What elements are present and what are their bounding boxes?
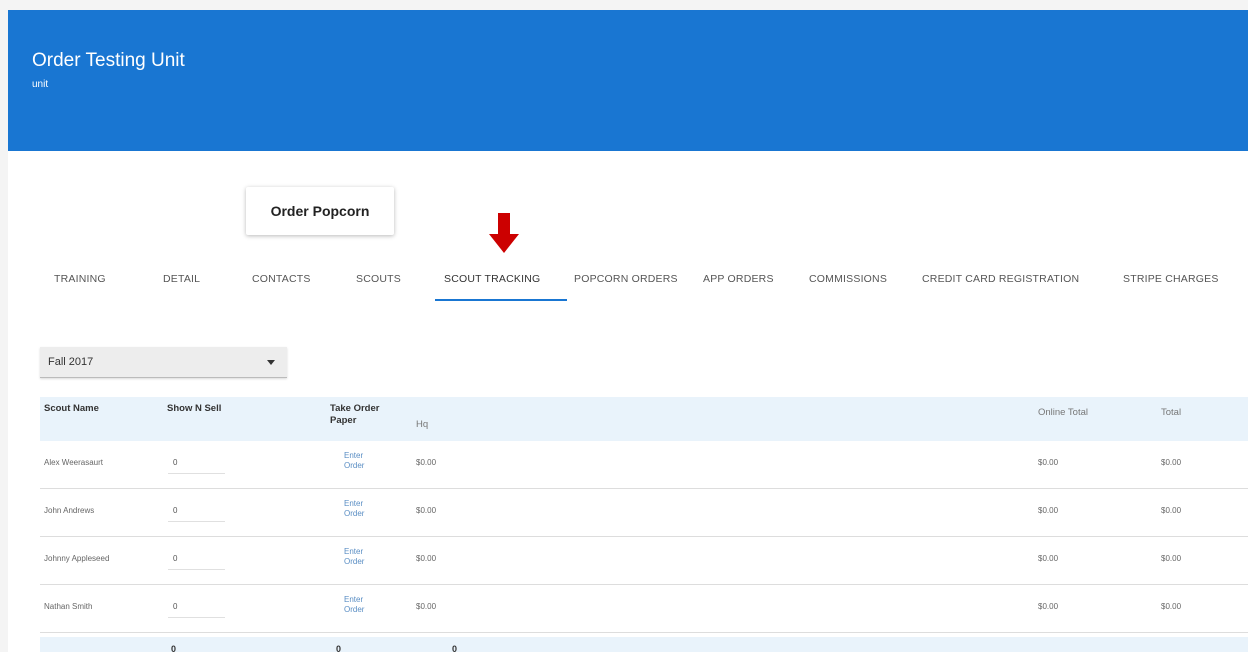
show-n-sell-input[interactable] xyxy=(168,547,225,570)
header-show-n-sell: Show N Sell xyxy=(167,403,222,414)
caret-down-icon xyxy=(267,360,275,365)
table-header: Scout Name Show N Sell Take Order Paper … xyxy=(40,397,1248,441)
red-down-arrow-icon xyxy=(489,213,519,253)
unit-subtitle: unit xyxy=(32,79,49,90)
header-online-total: Online Total xyxy=(1038,407,1088,418)
show-n-sell-input[interactable] xyxy=(168,595,225,618)
tab-bar: TRAINING DETAIL CONTACTS SCOUTS SCOUT TR… xyxy=(8,261,1248,311)
hq-value: $0.00 xyxy=(416,554,437,563)
show-n-sell-input[interactable] xyxy=(168,451,225,474)
table-row: Nathan Smith Enter Order $0.00 $0.00 $0.… xyxy=(40,585,1248,633)
table-footer-totals: 0 0 0 xyxy=(40,637,1248,652)
season-select[interactable]: Fall 2017 xyxy=(40,347,287,378)
table-row: Alex Weerasaurt Enter Order $0.00 $0.00 … xyxy=(40,441,1248,489)
order-popcorn-button[interactable]: Order Popcorn xyxy=(246,187,394,235)
enter-order-link[interactable]: Enter Order xyxy=(344,547,374,567)
hq-value: $0.00 xyxy=(416,602,437,611)
tab-training[interactable]: TRAINING xyxy=(54,273,106,285)
table-row: John Andrews Enter Order $0.00 $0.00 $0.… xyxy=(40,489,1248,537)
hq-value: $0.00 xyxy=(416,506,437,515)
tab-scouts[interactable]: SCOUTS xyxy=(356,273,401,285)
enter-order-link[interactable]: Enter Order xyxy=(344,595,374,615)
online-total-value: $0.00 xyxy=(1038,506,1059,515)
hq-value: $0.00 xyxy=(416,458,437,467)
header-hq: Hq xyxy=(416,419,429,430)
footer-hq-total: 0 xyxy=(452,644,458,652)
scout-name: John Andrews xyxy=(44,506,95,515)
app-header: Order Testing Unit unit xyxy=(8,10,1248,151)
header-take-order-paper: Take Order Paper xyxy=(330,403,380,426)
online-total-value: $0.00 xyxy=(1038,458,1059,467)
online-total-value: $0.00 xyxy=(1038,554,1059,563)
scout-name: Alex Weerasaurt xyxy=(44,458,103,467)
scout-name: Johnny Appleseed xyxy=(44,554,110,563)
season-select-value: Fall 2017 xyxy=(48,356,94,368)
active-tab-indicator xyxy=(435,299,567,301)
tab-contacts[interactable]: CONTACTS xyxy=(252,273,311,285)
header-total: Total xyxy=(1161,407,1182,418)
tab-scout-tracking[interactable]: SCOUT TRACKING xyxy=(444,273,540,285)
total-value: $0.00 xyxy=(1161,554,1182,563)
total-value: $0.00 xyxy=(1161,602,1182,611)
enter-order-link[interactable]: Enter Order xyxy=(344,451,374,471)
table-row: Johnny Appleseed Enter Order $0.00 $0.00… xyxy=(40,537,1248,585)
total-value: $0.00 xyxy=(1161,506,1182,515)
tab-commissions[interactable]: COMMISSIONS xyxy=(809,273,887,285)
footer-take-order-total: 0 xyxy=(336,644,342,652)
online-total-value: $0.00 xyxy=(1038,602,1059,611)
unit-title: Order Testing Unit xyxy=(32,50,185,71)
total-value: $0.00 xyxy=(1161,458,1182,467)
tab-detail[interactable]: DETAIL xyxy=(163,273,200,285)
show-n-sell-input[interactable] xyxy=(168,499,225,522)
tab-stripe-charges[interactable]: STRIPE CHARGES xyxy=(1123,273,1219,285)
tab-app-orders[interactable]: APP ORDERS xyxy=(703,273,774,285)
tab-popcorn-orders[interactable]: POPCORN ORDERS xyxy=(574,273,678,285)
tab-credit-card-registration[interactable]: CREDIT CARD REGISTRATION xyxy=(922,273,1079,285)
header-scout-name: Scout Name xyxy=(44,403,99,414)
footer-show-n-sell-total: 0 xyxy=(171,644,177,652)
enter-order-link[interactable]: Enter Order xyxy=(344,499,374,519)
scout-name: Nathan Smith xyxy=(44,602,93,611)
page: Order Testing Unit unit Order Popcorn TR… xyxy=(8,10,1248,652)
